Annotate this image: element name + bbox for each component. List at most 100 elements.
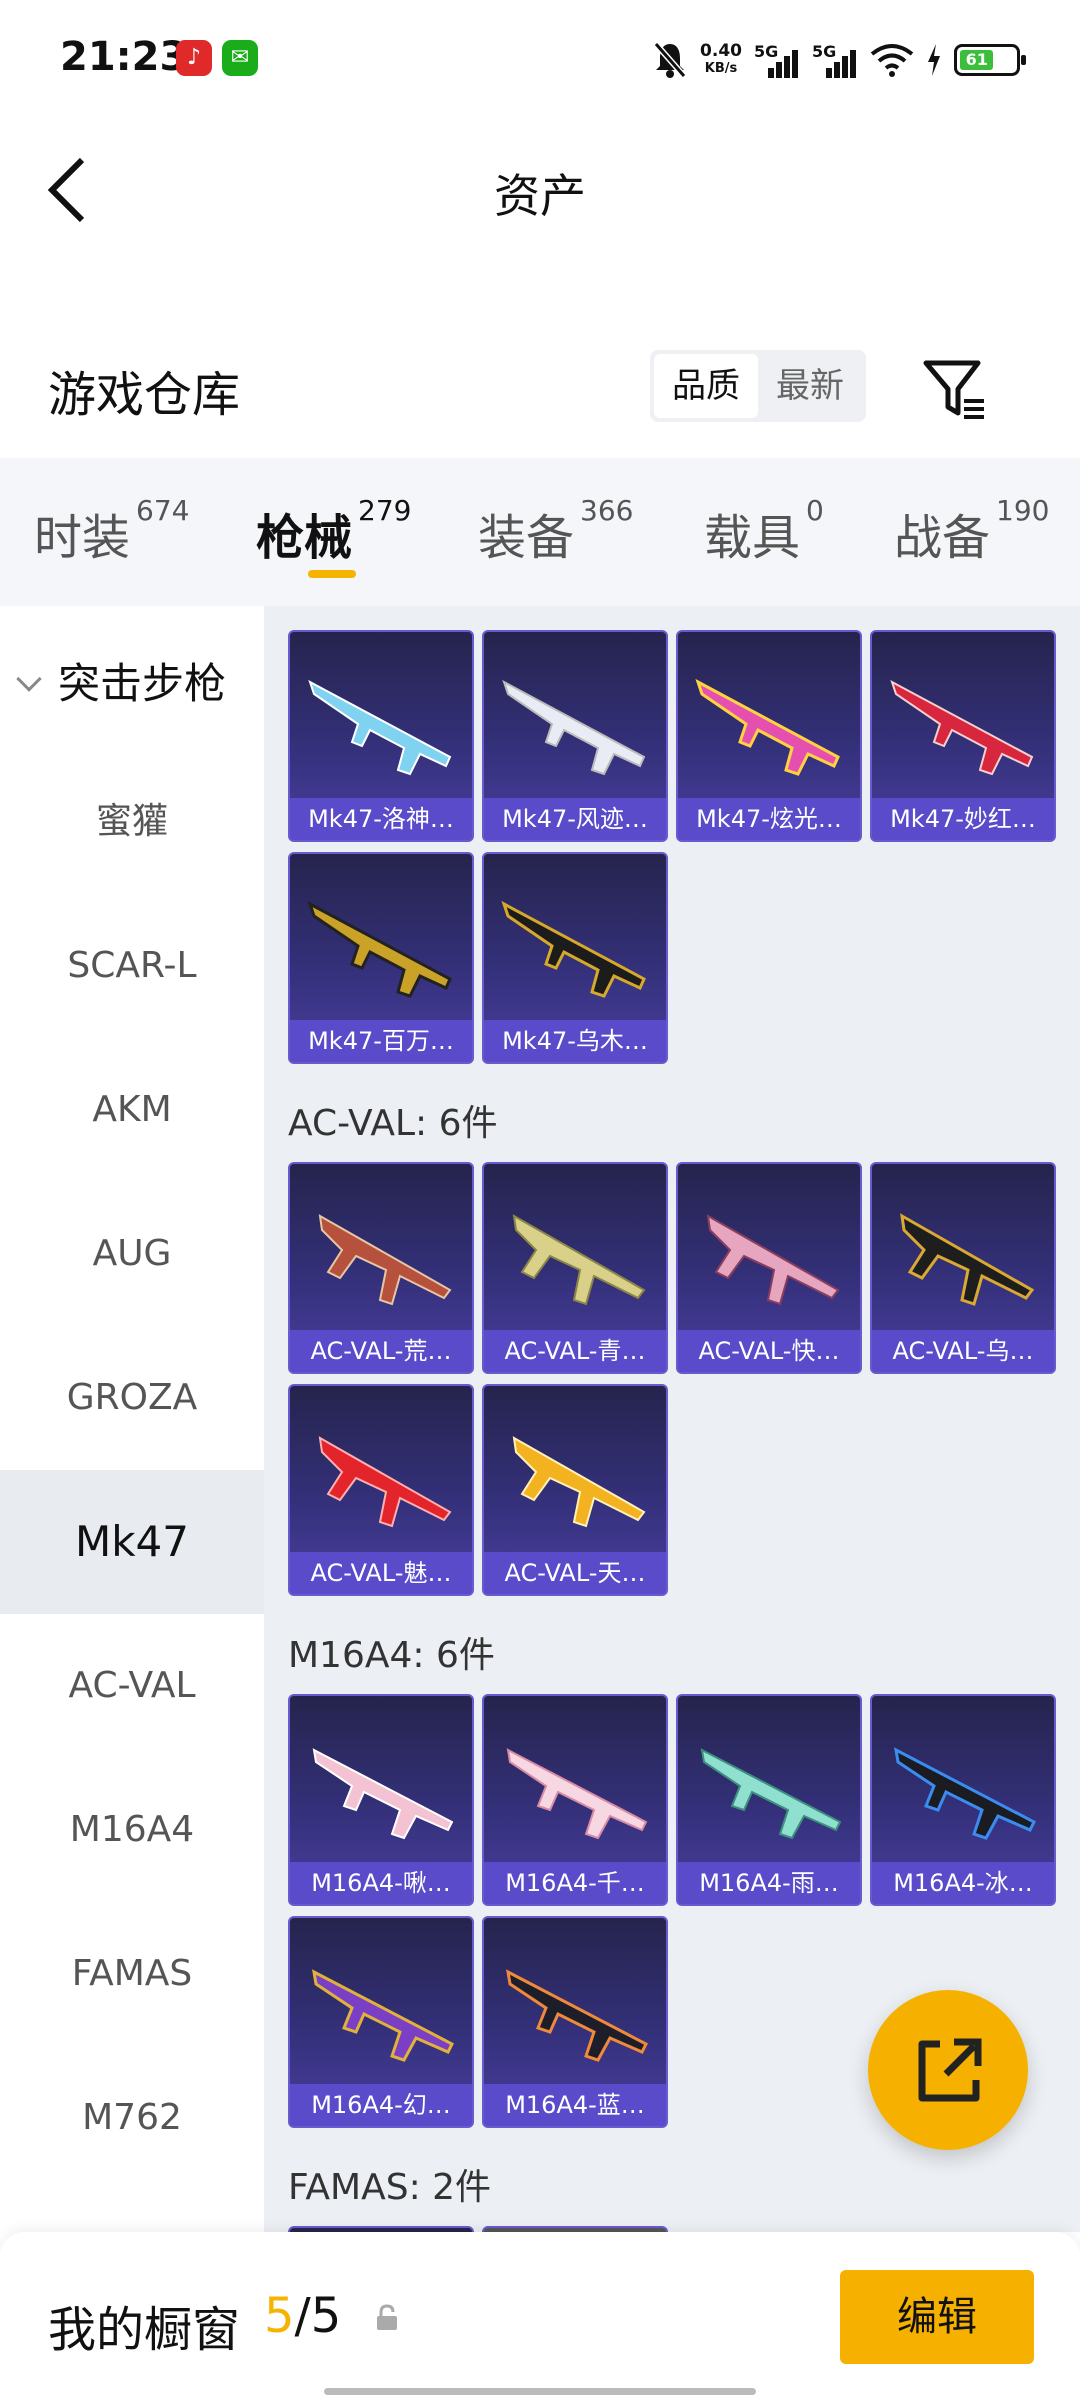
tab-battle-gear[interactable]: 战备 190 xyxy=(894,494,1049,568)
mute-icon xyxy=(653,42,687,78)
weapon-card-label: AC-VAL-乌… xyxy=(872,1330,1054,1372)
sidebar-group-assault-rifles[interactable]: 突击步枪 xyxy=(16,650,227,711)
battery-indicator: 61 xyxy=(954,44,1026,76)
section-title-ac-val: AC-VAL: 6件 xyxy=(288,1103,498,1144)
weapon-card[interactable]: M16A4-冰… xyxy=(870,1694,1056,1906)
tab-fashion[interactable]: 时装 674 xyxy=(34,494,189,568)
tab-count: 190 xyxy=(996,494,1050,527)
weapon-card-label: Mk47-百万… xyxy=(290,1020,472,1062)
weapon-card[interactable]: AC-VAL-天… xyxy=(482,1384,668,1596)
sort-toggle: 品质 最新 xyxy=(650,350,866,422)
rifle-skin-icon xyxy=(706,1214,840,1306)
charging-icon xyxy=(928,44,940,76)
rifle-skin-icon xyxy=(695,678,840,776)
weapon-card[interactable]: M16A4-啾… xyxy=(288,1694,474,1906)
rifle-skin-icon xyxy=(312,1969,455,2062)
netease-music-icon: ♪ xyxy=(176,40,212,76)
tab-label: 载具 xyxy=(704,510,801,566)
sidebar-item-mk47[interactable]: Mk47 xyxy=(0,1470,264,1614)
weapon-card[interactable]: M16A4-千… xyxy=(482,1694,668,1906)
tab-vehicles[interactable]: 载具 0 xyxy=(704,494,824,568)
rifle-skin-icon xyxy=(890,679,1034,776)
sidebar-item-honey-badger[interactable]: 蜜獾 xyxy=(0,750,264,894)
weapon-card[interactable]: AC-VAL-青… xyxy=(482,1162,668,1374)
signal-2-label: 5G xyxy=(812,42,837,61)
sidebar-item-famas[interactable]: FAMAS xyxy=(0,1902,264,2046)
weapon-card-label: M16A4-雨… xyxy=(678,1862,860,1904)
tab-label: 时装 xyxy=(34,510,131,566)
showcase-separator: / xyxy=(294,2288,311,2344)
tab-label: 枪械 xyxy=(256,510,353,566)
home-indicator[interactable] xyxy=(324,2388,756,2395)
weapon-card-label: M16A4-蓝… xyxy=(484,2084,666,2126)
edit-button[interactable]: 编辑 xyxy=(840,2270,1034,2364)
sidebar-item-scar-l[interactable]: SCAR-L xyxy=(0,894,264,1038)
rifle-skin-icon xyxy=(894,1747,1037,1840)
weapon-card-label: Mk47-妙红… xyxy=(872,798,1054,840)
rifle-skin-icon xyxy=(512,1436,646,1528)
wechat-icon: ✉ xyxy=(222,40,258,76)
active-tab-indicator xyxy=(308,570,356,578)
weapon-card-label: AC-VAL-荒… xyxy=(290,1330,472,1372)
filter-icon xyxy=(923,360,984,419)
share-button[interactable] xyxy=(868,1990,1028,2150)
weapon-sidebar: 突击步枪 蜜獾 SCAR-L AKM AUG GROZA Mk47 AC-VAL… xyxy=(0,606,264,2232)
sidebar-item-m16a4[interactable]: M16A4 xyxy=(0,1758,264,1902)
status-time: 21:23 xyxy=(60,34,188,80)
wifi-icon xyxy=(870,44,914,77)
rifle-skin-icon xyxy=(312,1748,454,1840)
weapon-card[interactable]: Mk47-风迹… xyxy=(482,630,668,842)
weapon-card[interactable]: AC-VAL-乌… xyxy=(870,1162,1056,1374)
rifle-skin-icon xyxy=(502,679,646,776)
weapon-card-label: M16A4-幻… xyxy=(290,2084,472,2126)
weapon-card[interactable]: AC-VAL-快… xyxy=(676,1162,862,1374)
weapon-card[interactable]: AC-VAL-魅… xyxy=(288,1384,474,1596)
rifle-skin-icon xyxy=(512,1214,646,1306)
weapon-card-label: Mk47-风迹… xyxy=(484,798,666,840)
weapon-card-label: Mk47-洛神… xyxy=(290,798,472,840)
net-speed-unit: KB/s xyxy=(704,61,738,76)
rifle-skin-icon xyxy=(307,900,452,998)
warehouse-title: 游戏仓库 xyxy=(48,367,241,423)
signal-1-label: 5G xyxy=(754,42,779,61)
rifle-skin-icon xyxy=(308,679,452,776)
weapon-card-label: Mk47-炫光… xyxy=(678,798,860,840)
section-title-famas: FAMAS: 2件 xyxy=(288,2167,492,2208)
page-title: 资产 xyxy=(494,169,586,223)
sort-option-quality[interactable]: 品质 xyxy=(654,354,758,418)
weapon-card[interactable]: M16A4-蓝… xyxy=(482,1916,668,2128)
category-tabs: 时装 674 枪械 279 装备 366 载具 0 战备 190 xyxy=(0,458,1080,606)
weapon-card[interactable]: Mk47-洛神… xyxy=(288,630,474,842)
tab-count: 0 xyxy=(806,494,824,527)
share-external-icon xyxy=(918,2038,982,2102)
sort-option-latest[interactable]: 最新 xyxy=(758,354,862,418)
sidebar-item-akm[interactable]: AKM xyxy=(0,1038,264,1182)
sidebar-item-ac-val[interactable]: AC-VAL xyxy=(0,1614,264,1758)
battery-level: 61 xyxy=(960,50,994,70)
weapon-card[interactable]: Mk47-百万… xyxy=(288,852,474,1064)
weapon-card[interactable]: M16A4-雨… xyxy=(676,1694,862,1906)
weapon-card[interactable]: Mk47-妙红… xyxy=(870,630,1056,842)
section-title-m16a4: M16A4: 6件 xyxy=(288,1635,495,1676)
sidebar-item-groza[interactable]: GROZA xyxy=(0,1326,264,1470)
weapon-card[interactable]: M16A4-幻… xyxy=(288,1916,474,2128)
showcase-total: 5 xyxy=(310,2288,342,2344)
tab-guns[interactable]: 枪械 279 xyxy=(256,494,411,568)
rifle-skin-icon xyxy=(506,1969,649,2062)
sidebar-item-aug[interactable]: AUG xyxy=(0,1182,264,1326)
rifle-skin-icon xyxy=(900,1213,1035,1306)
chevron-down-icon xyxy=(16,666,42,692)
sidebar-item-m762[interactable]: M762 xyxy=(0,2046,264,2190)
rifle-skin-icon xyxy=(506,1748,648,1840)
tab-equipment[interactable]: 装备 366 xyxy=(478,494,633,568)
filter-button[interactable] xyxy=(920,355,990,425)
weapon-card[interactable]: AC-VAL-荒… xyxy=(288,1162,474,1374)
weapon-card[interactable]: Mk47-炫光… xyxy=(676,630,862,842)
signal-2: 5G xyxy=(812,42,858,78)
weapon-grid: Mk47-洛神… Mk47-风迹… Mk47-炫光… Mk47-妙红… Mk47… xyxy=(264,606,1080,2232)
weapon-card[interactable]: Mk47-乌木… xyxy=(482,852,668,1064)
sidebar-group-label: 突击步枪 xyxy=(58,659,227,708)
tab-count: 674 xyxy=(136,494,190,527)
net-speed-value: 0.40 xyxy=(700,41,742,61)
weapon-card-label: M16A4-冰… xyxy=(872,1862,1054,1904)
